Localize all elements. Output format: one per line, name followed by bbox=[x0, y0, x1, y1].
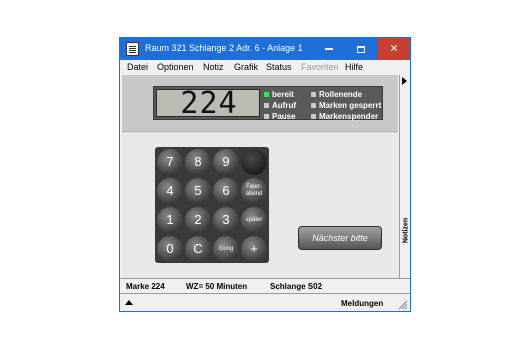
resize-grip-icon[interactable] bbox=[398, 300, 408, 310]
led-icon bbox=[311, 92, 316, 98]
key-5[interactable]: 5 bbox=[185, 178, 211, 204]
indicator-bereit: bereit bbox=[264, 90, 294, 99]
minimize-button[interactable] bbox=[313, 38, 345, 60]
key-clear[interactable]: C bbox=[185, 236, 211, 262]
led-icon bbox=[264, 92, 269, 98]
maximize-icon bbox=[357, 45, 365, 53]
menu-favoriten: Favoriten bbox=[301, 62, 339, 72]
close-icon: ✕ bbox=[389, 43, 399, 55]
key-2[interactable]: 2 bbox=[185, 207, 211, 233]
notes-label: Notizen bbox=[402, 217, 410, 244]
led-icon bbox=[311, 114, 316, 120]
key-plus[interactable]: + bbox=[241, 236, 267, 262]
indicator-aufruf: Aufruf bbox=[264, 101, 296, 110]
keypad-area: 7 8 9 4 5 6 Feier-abend 1 2 3 später 0 C… bbox=[122, 133, 398, 278]
led-icon bbox=[264, 103, 269, 109]
menu-status[interactable]: Status bbox=[266, 62, 292, 72]
key-0[interactable]: 0 bbox=[157, 236, 183, 262]
window-title: Raum 321 Schlange 2 Adr. 6 - Anlage 1 bbox=[145, 43, 303, 53]
title-bar[interactable]: Raum 321 Schlange 2 Adr. 6 - Anlage 1 ✕ bbox=[120, 38, 410, 60]
led-icon bbox=[311, 103, 316, 109]
notes-side-panel[interactable]: Notizen bbox=[399, 75, 410, 278]
key-9[interactable]: 9 bbox=[213, 149, 239, 175]
key-spaeter[interactable]: später bbox=[241, 207, 267, 233]
close-button[interactable]: ✕ bbox=[378, 38, 410, 60]
number-display: 224 bbox=[156, 86, 260, 121]
menu-notiz[interactable]: Notiz bbox=[203, 62, 224, 72]
expand-arrow-icon[interactable] bbox=[402, 77, 407, 85]
indicator-pause: Pause bbox=[264, 112, 296, 121]
indicator-marken-gesperrt: Marken gesperrt bbox=[311, 101, 381, 110]
minimize-icon bbox=[325, 48, 333, 51]
keypad: 7 8 9 4 5 6 Feier-abend 1 2 3 später 0 C… bbox=[155, 147, 269, 263]
messages-label: Meldungen bbox=[341, 299, 384, 308]
key-6[interactable]: 6 bbox=[213, 178, 239, 204]
key-4[interactable]: 4 bbox=[157, 178, 183, 204]
menu-optionen[interactable]: Optionen bbox=[157, 62, 194, 72]
menu-hilfe[interactable]: Hilfe bbox=[345, 62, 363, 72]
app-icon[interactable] bbox=[126, 42, 139, 56]
key-feierabend[interactable]: Feier-abend bbox=[241, 178, 267, 204]
key-7[interactable]: 7 bbox=[157, 149, 183, 175]
status-wait-time: WZ= 50 Minuten bbox=[186, 282, 248, 291]
display-panel: 224 bereit Rollenende Aufruf Marken gesp… bbox=[153, 86, 383, 121]
current-number: 224 bbox=[180, 86, 238, 121]
key-blank[interactable] bbox=[241, 149, 267, 175]
key-gong[interactable]: Gong bbox=[213, 236, 239, 262]
next-please-button[interactable]: Nächster bitte bbox=[298, 226, 382, 250]
menu-datei[interactable]: Datei bbox=[127, 62, 148, 72]
status-marke: Marke 224 bbox=[126, 282, 165, 291]
app-window: Raum 321 Schlange 2 Adr. 6 - Anlage 1 ✕ … bbox=[119, 37, 411, 312]
maximize-button[interactable] bbox=[345, 38, 377, 60]
expand-up-icon[interactable] bbox=[125, 300, 133, 305]
display-strip: 224 bereit Rollenende Aufruf Marken gesp… bbox=[122, 75, 398, 132]
key-1[interactable]: 1 bbox=[157, 207, 183, 233]
status-queue: Schlange S02 bbox=[270, 282, 323, 291]
messages-bar: Meldungen bbox=[120, 293, 410, 311]
client-area: 224 bereit Rollenende Aufruf Marken gesp… bbox=[122, 75, 398, 278]
menu-bar: Datei Optionen Notiz Grafik Status Favor… bbox=[120, 60, 410, 75]
menu-grafik[interactable]: Grafik bbox=[234, 62, 258, 72]
led-icon bbox=[264, 114, 269, 120]
status-bar: Marke 224 WZ= 50 Minuten Schlange S02 bbox=[120, 278, 410, 293]
key-8[interactable]: 8 bbox=[185, 149, 211, 175]
indicator-markenspender: Markenspender bbox=[311, 112, 378, 121]
indicator-rollenende: Rollenende bbox=[311, 90, 362, 99]
key-3[interactable]: 3 bbox=[213, 207, 239, 233]
